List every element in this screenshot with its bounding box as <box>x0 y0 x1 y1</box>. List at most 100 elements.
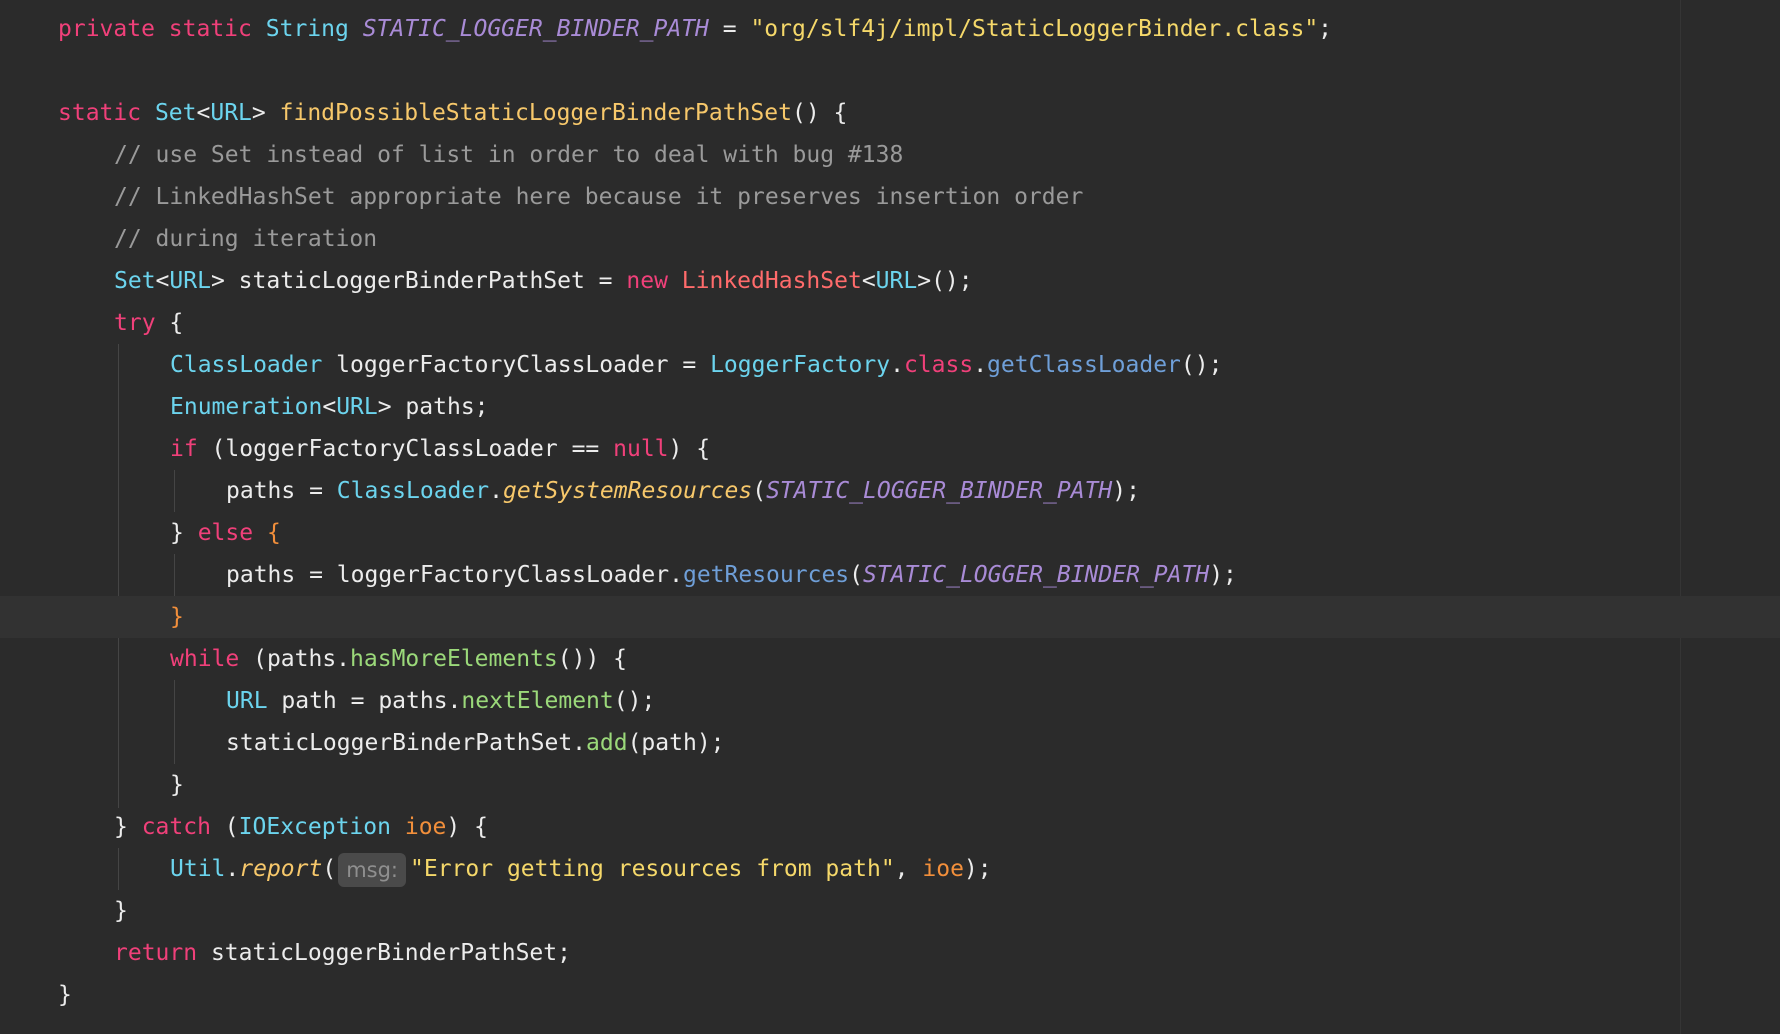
generic-open: < <box>322 394 337 420</box>
keyword: while <box>170 646 240 672</box>
assignment: paths = <box>226 478 337 504</box>
operator: = <box>708 16 751 42</box>
dot: . <box>973 352 988 378</box>
dot: . <box>890 352 904 378</box>
code-line[interactable]: URL path = paths.nextElement(); <box>0 680 1780 722</box>
closing-brace: } <box>114 898 128 924</box>
type-name: URL <box>210 100 252 126</box>
code-line[interactable]: Set<URL> staticLoggerBinderPathSet = new… <box>0 260 1780 302</box>
code-line[interactable]: } <box>0 890 1780 932</box>
type-name: IOException <box>238 814 391 840</box>
constant-name: STATIC_LOGGER_BINDER_PATH <box>362 16 709 42</box>
type-name: URL <box>336 394 378 420</box>
keyword: return <box>114 940 198 966</box>
dot: . <box>489 478 503 504</box>
comment: // LinkedHashSet appropriate here becaus… <box>114 184 1084 210</box>
keyword: catch <box>141 814 211 840</box>
generic-open: < <box>196 100 211 126</box>
type-name: ClassLoader <box>170 352 323 378</box>
condition: (loggerFactoryClassLoader == <box>197 436 614 462</box>
code-line[interactable]: ClassLoader loggerFactoryClassLoader = L… <box>0 344 1780 386</box>
type-name: LoggerFactory <box>710 352 891 378</box>
code-line[interactable]: Util.report(msg: "Error getting resources… <box>0 848 1780 890</box>
class-name: LinkedHashSet <box>681 268 862 294</box>
punctuation: } <box>170 520 198 546</box>
generic-close: > <box>251 100 266 126</box>
parameter-hint: msg: <box>338 852 407 887</box>
assignment: paths = loggerFactoryClassLoader. <box>226 562 683 588</box>
type-name: Set <box>114 268 156 294</box>
punctuation: ) { <box>668 436 711 462</box>
dot: . <box>225 856 240 882</box>
code-line[interactable]: } catch (IOException ioe) { <box>0 806 1780 848</box>
code-line[interactable]: paths = loggerFactoryClassLoader.getReso… <box>0 554 1780 596</box>
condition: (paths. <box>239 646 351 672</box>
type-name: Util <box>170 856 226 882</box>
variable-decl: path = paths. <box>267 688 462 714</box>
code-line[interactable]: } <box>0 974 1780 1016</box>
generic-close: > <box>210 268 225 294</box>
generic-open: < <box>861 268 876 294</box>
punctuation: ); <box>1209 562 1237 588</box>
method-call: getClassLoader <box>987 352 1181 378</box>
punctuation: (path); <box>627 730 725 756</box>
keyword: try <box>114 310 156 336</box>
static-method-call: report <box>239 856 323 882</box>
code-line[interactable]: return staticLoggerBinderPathSet; <box>0 932 1780 974</box>
punctuation: ( <box>322 856 337 882</box>
code-line[interactable]: while (paths.hasMoreElements()) { <box>0 638 1780 680</box>
punctuation: ) { <box>446 814 488 840</box>
punctuation: ( <box>210 814 239 840</box>
type-name: Set <box>154 100 197 126</box>
type-name: URL <box>875 268 918 294</box>
method-call: add <box>586 730 628 756</box>
closing-brace: } <box>170 772 184 798</box>
code-line-current[interactable]: } <box>0 596 1780 638</box>
code-line[interactable]: // use Set instead of list in order to d… <box>0 134 1780 176</box>
punctuation: () { <box>791 100 848 126</box>
punctuation: } <box>114 814 142 840</box>
constant-name: STATIC_LOGGER_BINDER_PATH <box>863 562 1210 588</box>
keyword: else <box>197 520 254 546</box>
closing-brace: } <box>58 982 72 1008</box>
type-name: Enumeration <box>170 394 323 420</box>
punctuation: ( <box>752 478 767 504</box>
type-name: URL <box>226 688 268 714</box>
code-line[interactable]: private static String STATIC_LOGGER_BIND… <box>0 8 1780 50</box>
generic-open: < <box>155 268 170 294</box>
type-name: ClassLoader <box>336 478 490 504</box>
string-literal: "org/slf4j/impl/StaticLoggerBinder.class… <box>750 16 1319 42</box>
code-line[interactable]: Enumeration<URL> paths; <box>0 386 1780 428</box>
punctuation: ()) { <box>557 646 627 672</box>
code-line[interactable]: try { <box>0 302 1780 344</box>
parameter-name: ioe <box>922 856 964 882</box>
keyword: new <box>626 268 668 294</box>
code-line[interactable]: // during iteration <box>0 218 1780 260</box>
punctuation: , <box>894 856 923 882</box>
matched-brace: { <box>253 520 281 546</box>
code-line[interactable]: static Set<URL> findPossibleStaticLogger… <box>0 92 1780 134</box>
keyword: static <box>58 100 142 126</box>
code-editor[interactable]: private static String STATIC_LOGGER_BIND… <box>0 0 1780 1034</box>
punctuation: ( <box>849 562 863 588</box>
constant-name: STATIC_LOGGER_BINDER_PATH <box>766 478 1113 504</box>
method-call: nextElement <box>461 688 614 714</box>
punctuation: > paths; <box>377 394 489 420</box>
code-line[interactable]: staticLoggerBinderPathSet.add(path); <box>0 722 1780 764</box>
comment: // use Set instead of list in order to d… <box>114 142 904 168</box>
comment: // during iteration <box>114 226 378 252</box>
static-method-call: getSystemResources <box>502 478 753 504</box>
code-line[interactable]: } else { <box>0 512 1780 554</box>
code-line[interactable]: // LinkedHashSet appropriate here becaus… <box>0 176 1780 218</box>
code-line[interactable]: if (loggerFactoryClassLoader == null) { <box>0 428 1780 470</box>
punctuation: ); <box>1112 478 1140 504</box>
type-name: String <box>265 16 349 42</box>
code-line[interactable]: paths = ClassLoader.getSystemResources(S… <box>0 470 1780 512</box>
method-name: findPossibleStaticLoggerBinderPathSet <box>279 100 792 126</box>
keyword: class <box>903 352 974 378</box>
matched-brace: } <box>170 604 184 630</box>
return-value: staticLoggerBinderPathSet; <box>197 940 571 966</box>
punctuation: (); <box>1180 352 1223 378</box>
code-line[interactable]: } <box>0 764 1780 806</box>
